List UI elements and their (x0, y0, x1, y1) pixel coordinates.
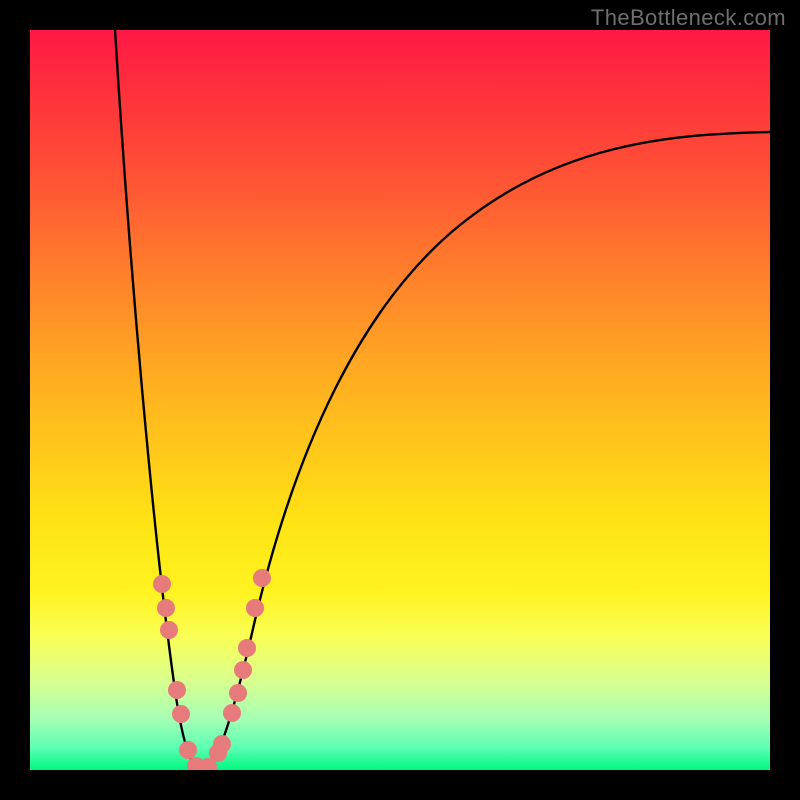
data-marker (168, 681, 186, 699)
curve-path (115, 30, 770, 770)
data-marker (160, 621, 178, 639)
data-marker (234, 661, 252, 679)
data-marker (229, 684, 247, 702)
data-marker (253, 569, 271, 587)
data-marker (213, 735, 231, 753)
watermark-text: TheBottleneck.com (591, 5, 786, 31)
data-marker (172, 705, 190, 723)
data-marker (179, 741, 197, 759)
bottleneck-curve (30, 30, 770, 770)
data-marker (157, 599, 175, 617)
marker-group (153, 569, 271, 770)
data-marker (246, 599, 264, 617)
data-marker (223, 704, 241, 722)
data-marker (153, 575, 171, 593)
data-marker (238, 639, 256, 657)
chart-frame: TheBottleneck.com (0, 0, 800, 800)
plot-area (30, 30, 770, 770)
